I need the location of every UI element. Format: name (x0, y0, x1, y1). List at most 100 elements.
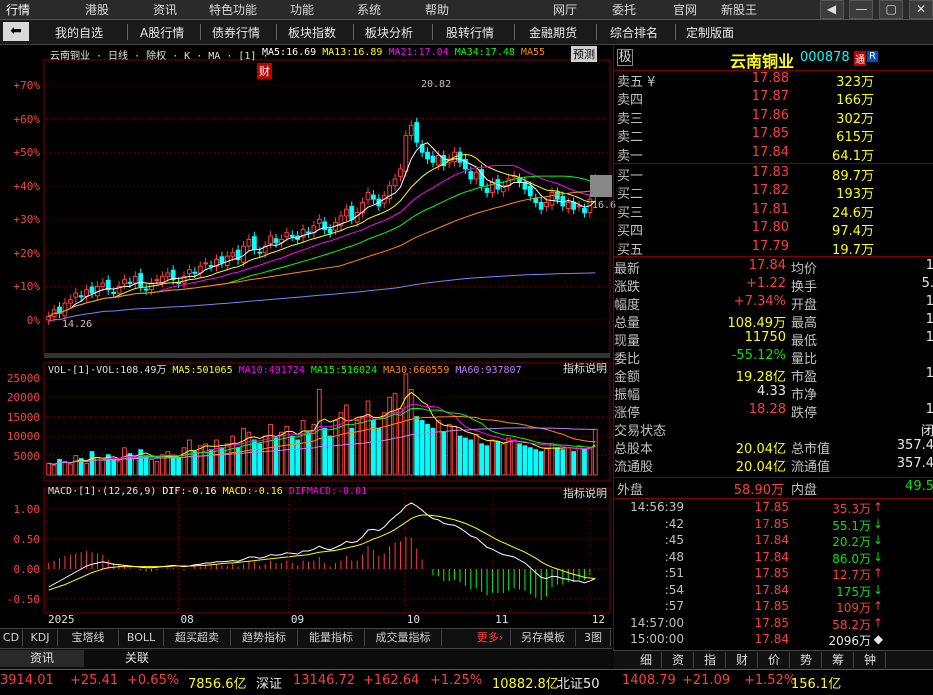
tab-macd[interactable]: CD (0, 630, 23, 646)
close-icon[interactable]: ✕ (909, 0, 933, 19)
maximize-icon[interactable]: ▢ (879, 0, 904, 19)
tab-trend-small[interactable]: 势 (791, 652, 822, 668)
market-status-bar[interactable]: 3914.01 +25.41 +0.65% 7856.6亿 深证 13146.72 +162… (0, 669, 933, 695)
candle-up (46, 316, 52, 321)
tab-three-charts[interactable]: 3图 (576, 630, 611, 646)
book-row[interactable]: 买一 17.83 89.7万 (614, 165, 933, 184)
tick-row: :45 17.84 20.2万 ↓ (614, 533, 933, 551)
nav-neeq[interactable]: 股转行情 (446, 24, 494, 41)
nav-futures[interactable]: 金融期货 (529, 24, 577, 41)
finance-badge[interactable]: 财 (257, 63, 272, 79)
arrow-left-icon: ⬅ (10, 23, 22, 39)
volume-bar-up (132, 458, 138, 476)
macd-explain-link[interactable]: 指标说明 (563, 485, 607, 501)
candle-up (100, 282, 106, 287)
volume-bar-down (430, 427, 436, 476)
volume-bar-up (73, 455, 79, 476)
stat-value-2: 357.4 (896, 438, 933, 453)
macd-tick-label: 0.00 (13, 563, 41, 576)
tab-boll[interactable]: BOLL (119, 630, 164, 646)
price-tick-label: +70% (13, 79, 41, 93)
tab-related[interactable]: 关联 (95, 650, 179, 667)
tab-save-template[interactable]: 另存模板 (511, 630, 576, 646)
tab-capital[interactable]: 资 (663, 652, 694, 668)
book-row[interactable]: 卖一 17.84 64.1万 (614, 145, 933, 164)
candle-down (143, 288, 149, 291)
tab-trend[interactable]: 趋势指标 (231, 630, 298, 646)
chart-area[interactable]: 云南铜业 · 日线 · 除权 · K · MA · [1] · MA5:16.6… (0, 45, 616, 628)
tab-tower[interactable]: 宝塔线 (58, 630, 119, 646)
candle-up (284, 232, 290, 238)
volume-bar-up (154, 460, 160, 476)
menu-item-ipo[interactable]: 新股王 (721, 1, 757, 18)
nav-sector-analysis[interactable]: 板块分析 (365, 24, 413, 41)
tab-detail[interactable]: 细 (631, 652, 662, 668)
menu-item-trade[interactable]: 委托 (612, 1, 636, 18)
stat-value: 20.04亿 (735, 442, 786, 457)
book-row[interactable]: 买四 17.80 97.4万 (614, 220, 933, 239)
legend-entry-5: MA60:937807 (455, 365, 522, 376)
tab-chips[interactable]: 筹 (823, 652, 854, 668)
legend-entry-0: VOL·[1]·VOL:108.49万 (48, 365, 173, 376)
candle-down (538, 202, 544, 210)
flag-icon[interactable]: 极 (617, 49, 633, 66)
tab-more[interactable]: 更多› (470, 630, 511, 646)
legend-entry-3: MA34:17.48 (454, 47, 521, 58)
nav-ranking[interactable]: 综合排名 (610, 24, 658, 41)
volume-bar-up (230, 435, 236, 476)
book-row[interactable]: 卖五 ¥ 17.88 323万 (614, 71, 933, 90)
minimize-icon[interactable]: — (849, 0, 874, 19)
book-row[interactable]: 买五 17.79 19.7万 (614, 239, 933, 258)
volume-bar-down (533, 449, 539, 476)
menu-item-features[interactable]: 特色功能 (209, 1, 257, 18)
book-row[interactable]: 卖三 17.86 302万 (614, 108, 933, 127)
nav-watchlist[interactable]: 我的自选 (55, 24, 103, 41)
volume-explain-link[interactable]: 指标说明 (563, 360, 607, 376)
candle-down (208, 265, 214, 268)
tab-index[interactable]: 指 (695, 652, 726, 668)
book-price: 17.87 (751, 89, 789, 105)
kline-chart-svg[interactable] (0, 45, 612, 628)
tick-volume: 2096万 (828, 634, 871, 648)
volume-bar-down (538, 451, 544, 476)
tab-clock[interactable]: 钟 (855, 652, 886, 668)
back-button[interactable]: ⬅ (3, 22, 29, 41)
price-tick-label: 0% (26, 313, 40, 327)
book-row[interactable]: 卖二 17.85 615万 (614, 126, 933, 145)
volume-bar-up (381, 412, 387, 476)
volume-bar-up (511, 439, 517, 476)
tab-kdj[interactable]: KDJ (23, 630, 58, 646)
menu-item-quotes[interactable]: 行情 (6, 1, 30, 18)
nav-bonds[interactable]: 债券行情 (212, 24, 260, 41)
book-row[interactable]: 卖四 17.87 166万 (614, 89, 933, 108)
stat-value-2: 1 (925, 294, 933, 309)
menu-item-online-hall[interactable]: 网厅 (553, 1, 577, 18)
menu-item-website[interactable]: 官网 (673, 1, 697, 18)
tab-finance[interactable]: 财 (727, 652, 758, 668)
nav-custom-layout[interactable]: 定制版面 (686, 24, 734, 41)
menu-item-hk[interactable]: 港股 (85, 1, 109, 18)
back-arrow-icon[interactable]: ◀ (819, 0, 844, 19)
menu-item-help[interactable]: 帮助 (425, 1, 449, 18)
tab-energy[interactable]: 能量指标 (298, 630, 365, 646)
candle-down (89, 286, 95, 294)
volume-bar-up (506, 437, 512, 476)
tab-volume-indicators[interactable]: 成交量指标 (365, 630, 442, 646)
nav-sector-index[interactable]: 板块指数 (288, 24, 336, 41)
volume-bar-up (490, 439, 495, 476)
menu-item-functions[interactable]: 功能 (290, 1, 314, 18)
stock-header: 极 云南铜业 000878 通 R (614, 48, 933, 71)
stat-label: 涨跌 (614, 280, 641, 295)
index-quote: +162.64 (363, 673, 420, 688)
nav-a-share[interactable]: A股行情 (140, 24, 184, 41)
book-row[interactable]: 买二 17.82 193万 (614, 183, 933, 202)
menu-item-news[interactable]: 资讯 (153, 1, 177, 18)
predict-button[interactable]: 预测 (571, 46, 597, 62)
tick-volume: 35.3万 (832, 502, 871, 516)
candle-down (430, 155, 436, 163)
book-row[interactable]: 买三 17.81 24.6万 (614, 202, 933, 221)
tab-price[interactable]: 价 (759, 652, 790, 668)
tab-overbought[interactable]: 超买超卖 (164, 630, 231, 646)
menu-item-system[interactable]: 系统 (357, 1, 381, 18)
tab-news[interactable]: 资讯 (0, 650, 84, 667)
